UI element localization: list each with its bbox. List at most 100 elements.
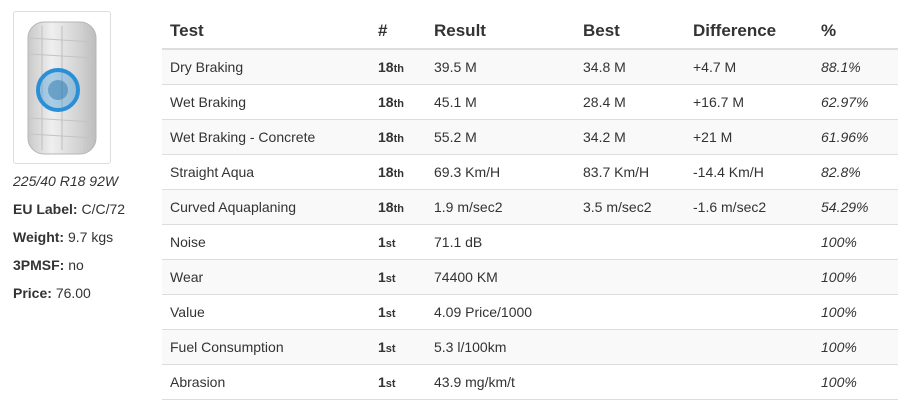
rank-number: 18 <box>378 129 394 145</box>
price-row: Price: 76.00 <box>13 283 153 303</box>
cell-difference <box>685 364 813 400</box>
cell-test: Dry Braking <box>162 49 370 85</box>
header-result: Result <box>426 14 575 50</box>
cell-best <box>575 364 685 400</box>
cell-percent: 100% <box>813 224 898 260</box>
cell-test: Abrasion <box>162 364 370 400</box>
cell-result: 1.9 m/sec2 <box>426 189 575 225</box>
cell-difference: -14.4 Km/H <box>685 154 813 190</box>
tyre-image <box>27 21 97 154</box>
cell-test: Value <box>162 294 370 330</box>
cell-result: 45.1 M <box>426 84 575 120</box>
table-row: Straight Aqua 18th 69.3 Km/H 83.7 Km/H -… <box>162 154 898 190</box>
cell-difference <box>685 259 813 295</box>
cell-percent: 61.96% <box>813 119 898 155</box>
rank-number: 18 <box>378 94 394 110</box>
header-percent: % <box>813 14 898 50</box>
cell-result: 74400 KM <box>426 259 575 295</box>
cell-difference: +16.7 M <box>685 84 813 120</box>
rank-number: 18 <box>378 164 394 180</box>
rank-suffix: th <box>393 98 404 110</box>
weight-label: Weight: <box>13 229 65 245</box>
cell-result: 43.9 mg/km/t <box>426 364 575 400</box>
cell-percent: 54.29% <box>813 189 898 225</box>
cell-best <box>575 294 685 330</box>
cell-percent: 62.97% <box>813 84 898 120</box>
3pmsf-value: no <box>68 257 84 273</box>
rank-suffix: th <box>393 133 404 145</box>
cell-result: 39.5 M <box>426 49 575 85</box>
cell-best: 3.5 m/sec2 <box>575 189 685 225</box>
header-difference: Difference <box>685 14 813 50</box>
tyre-size: 225/40 R18 92W <box>13 173 119 189</box>
eu-label-row: EU Label: C/C/72 <box>13 199 153 219</box>
rank-suffix: st <box>385 238 396 250</box>
rank-suffix: st <box>385 343 396 355</box>
eu-label-value: C/C/72 <box>81 201 126 217</box>
cell-difference <box>685 224 813 260</box>
table-row: Wet Braking - Concrete 18th 55.2 M 34.2 … <box>162 119 898 155</box>
cell-result: 55.2 M <box>426 119 575 155</box>
cell-rank: 18th <box>370 154 426 190</box>
tyre-image-card[interactable] <box>13 11 111 164</box>
table-header-row: Test # Result Best Difference % <box>162 14 898 50</box>
rank-number: 1 <box>378 339 386 355</box>
cell-result: 69.3 Km/H <box>426 154 575 190</box>
header-rank: # <box>370 14 426 50</box>
cell-percent: 100% <box>813 294 898 330</box>
cell-test: Fuel Consumption <box>162 329 370 365</box>
cell-rank: 1st <box>370 294 426 330</box>
cell-rank: 18th <box>370 49 426 85</box>
cell-best <box>575 329 685 365</box>
cell-percent: 100% <box>813 364 898 400</box>
rank-suffix: st <box>385 273 396 285</box>
rank-suffix: st <box>385 378 396 390</box>
cell-percent: 88.1% <box>813 49 898 85</box>
rank-number: 1 <box>378 269 386 285</box>
cell-difference: +21 M <box>685 119 813 155</box>
cell-rank: 18th <box>370 189 426 225</box>
rank-suffix: th <box>393 63 404 75</box>
rank-number: 18 <box>378 199 394 215</box>
cell-test: Noise <box>162 224 370 260</box>
rank-number: 1 <box>378 304 386 320</box>
header-best: Best <box>575 14 685 50</box>
price-value: 76.00 <box>55 285 91 301</box>
rank-suffix: th <box>393 203 404 215</box>
table-row: Dry Braking 18th 39.5 M 34.8 M +4.7 M 88… <box>162 49 898 85</box>
cell-result: 71.1 dB <box>426 224 575 260</box>
cell-rank: 1st <box>370 364 426 400</box>
table-row: Noise 1st 71.1 dB 100% <box>162 224 898 260</box>
cell-test: Wear <box>162 259 370 295</box>
table-row: Abrasion 1st 43.9 mg/km/t 100% <box>162 364 898 400</box>
eu-label-label: EU Label: <box>13 201 78 217</box>
cell-rank: 18th <box>370 119 426 155</box>
cell-best <box>575 259 685 295</box>
table-row: Fuel Consumption 1st 5.3 l/100km 100% <box>162 329 898 365</box>
cell-test: Wet Braking <box>162 84 370 120</box>
cell-test: Straight Aqua <box>162 154 370 190</box>
3pmsf-row: 3PMSF: no <box>13 255 153 275</box>
weight-value: 9.7 kgs <box>67 229 114 245</box>
cell-rank: 1st <box>370 224 426 260</box>
rank-number: 18 <box>378 59 394 75</box>
table-row: Curved Aquaplaning 18th 1.9 m/sec2 3.5 m… <box>162 189 898 225</box>
cell-result: 4.09 Price/1000 <box>426 294 575 330</box>
weight-row: Weight: 9.7 kgs <box>13 227 153 247</box>
rank-number: 1 <box>378 374 386 390</box>
table-row: Value 1st 4.09 Price/1000 100% <box>162 294 898 330</box>
cell-difference <box>685 294 813 330</box>
table-row: Wet Braking 18th 45.1 M 28.4 M +16.7 M 6… <box>162 84 898 120</box>
rank-suffix: th <box>393 168 404 180</box>
cell-difference: +4.7 M <box>685 49 813 85</box>
tyre-info: 225/40 R18 92W EU Label: C/C/72 Weight: … <box>13 171 153 311</box>
cell-test: Wet Braking - Concrete <box>162 119 370 155</box>
cell-percent: 100% <box>813 259 898 295</box>
cell-rank: 1st <box>370 259 426 295</box>
cell-percent: 82.8% <box>813 154 898 190</box>
cell-best: 83.7 Km/H <box>575 154 685 190</box>
cell-best: 34.8 M <box>575 49 685 85</box>
cell-result: 5.3 l/100km <box>426 329 575 365</box>
cell-best: 34.2 M <box>575 119 685 155</box>
table-row: Wear 1st 74400 KM 100% <box>162 259 898 295</box>
